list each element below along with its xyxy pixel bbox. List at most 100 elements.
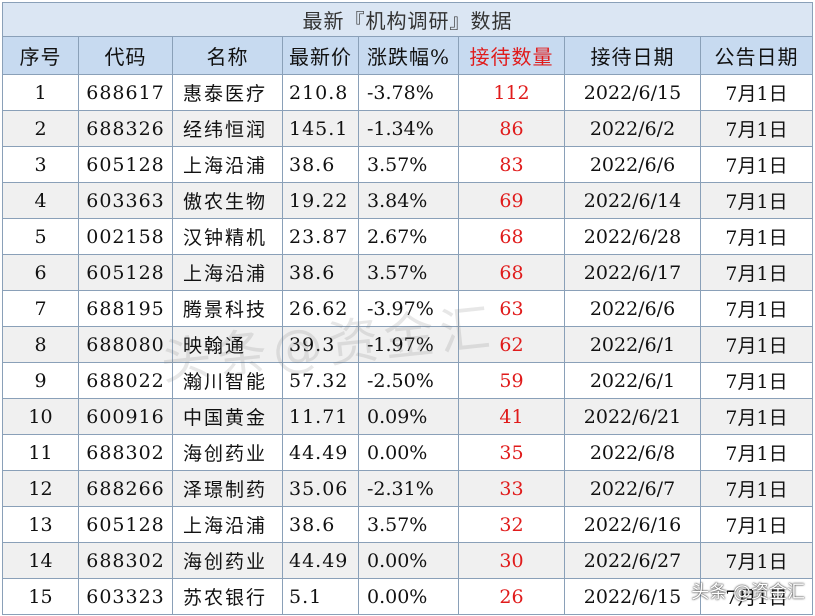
latest-price: 57.32 [283, 363, 359, 399]
table-row: 7 688195 腾景科技 26.62 -3.97% 63 2022/6/6 7月1日 [3, 291, 813, 327]
announce-date: 7月1日 [701, 219, 813, 255]
latest-price: 19.22 [283, 183, 359, 219]
latest-price: 39.3 [283, 327, 359, 363]
stock-code: 605128 [79, 147, 173, 183]
visit-date: 2022/6/28 [565, 219, 701, 255]
header-announce-date: 公告日期 [701, 37, 813, 75]
announce-date: 7月1日 [701, 183, 813, 219]
header-code: 代码 [79, 37, 173, 75]
table-row: 14 688302 海创药业 44.49 0.00% 30 2022/6/27 7月1日 [3, 543, 813, 579]
visit-date: 2022/6/16 [565, 507, 701, 543]
stock-code: 688302 [79, 543, 173, 579]
announce-date: 7月1日 [701, 471, 813, 507]
visit-date: 2022/6/1 [565, 327, 701, 363]
header-visit-date: 接待日期 [565, 37, 701, 75]
stock-name: 汉钟精机 [173, 219, 283, 255]
row-index: 11 [3, 435, 79, 471]
change-percent: 3.57% [359, 507, 459, 543]
change-percent: -1.34% [359, 111, 459, 147]
row-index: 5 [3, 219, 79, 255]
stock-code: 603363 [79, 183, 173, 219]
table-row: 11 688302 海创药业 44.49 0.00% 35 2022/6/8 7月1日 [3, 435, 813, 471]
stock-name: 海创药业 [173, 543, 283, 579]
latest-price: 210.8 [283, 75, 359, 111]
visit-count: 35 [459, 435, 565, 471]
visit-date: 2022/6/8 [565, 435, 701, 471]
row-index: 13 [3, 507, 79, 543]
header-price: 最新价 [283, 37, 359, 75]
latest-price: 145.1 [283, 111, 359, 147]
stock-code: 688195 [79, 291, 173, 327]
stock-code: 688080 [79, 327, 173, 363]
table-row: 2 688326 经纬恒润 145.1 -1.34% 86 2022/6/2 7月1日 [3, 111, 813, 147]
announce-date: 7月1日 [701, 147, 813, 183]
visit-date: 2022/6/21 [565, 399, 701, 435]
row-index: 10 [3, 399, 79, 435]
stock-name: 经纬恒润 [173, 111, 283, 147]
table-row: 9 688022 瀚川智能 57.32 -2.50% 59 2022/6/1 7月1日 [3, 363, 813, 399]
latest-price: 35.06 [283, 471, 359, 507]
row-index: 6 [3, 255, 79, 291]
table-row: 13 605128 上海沿浦 38.6 3.57% 32 2022/6/16 7月1日 [3, 507, 813, 543]
visit-count: 26 [459, 579, 565, 615]
visit-count: 68 [459, 255, 565, 291]
stock-name: 上海沿浦 [173, 147, 283, 183]
latest-price: 23.87 [283, 219, 359, 255]
change-percent: 0.00% [359, 435, 459, 471]
visit-count: 63 [459, 291, 565, 327]
visit-date: 2022/6/15 [565, 579, 701, 615]
stock-code: 688302 [79, 435, 173, 471]
header-visit-count: 接待数量 [459, 37, 565, 75]
latest-price: 11.71 [283, 399, 359, 435]
visit-count: 32 [459, 507, 565, 543]
latest-price: 44.49 [283, 435, 359, 471]
stock-name: 苏农银行 [173, 579, 283, 615]
change-percent: 3.57% [359, 147, 459, 183]
visit-date: 2022/6/15 [565, 75, 701, 111]
table-title-row: 最新『机构调研』数据 [3, 3, 813, 37]
latest-price: 44.49 [283, 543, 359, 579]
change-percent: 0.00% [359, 579, 459, 615]
change-percent: 0.00% [359, 543, 459, 579]
table-row: 4 603363 傲农生物 19.22 3.84% 69 2022/6/14 7月1日 [3, 183, 813, 219]
corner-watermark: 头条 @资金汇 [691, 582, 805, 603]
announce-date: 7月1日 [701, 327, 813, 363]
latest-price: 38.6 [283, 255, 359, 291]
header-index: 序号 [3, 37, 79, 75]
change-percent: -1.97% [359, 327, 459, 363]
header-change: 涨跌幅% [359, 37, 459, 75]
visit-date: 2022/6/17 [565, 255, 701, 291]
stock-name: 上海沿浦 [173, 255, 283, 291]
row-index: 7 [3, 291, 79, 327]
change-percent: -3.78% [359, 75, 459, 111]
visit-count: 69 [459, 183, 565, 219]
visit-count: 30 [459, 543, 565, 579]
change-percent: -2.50% [359, 363, 459, 399]
announce-date: 7月1日 [701, 399, 813, 435]
row-index: 15 [3, 579, 79, 615]
table-row: 3 605128 上海沿浦 38.6 3.57% 83 2022/6/6 7月1日 [3, 147, 813, 183]
table-title: 最新『机构调研』数据 [3, 3, 813, 37]
row-index: 9 [3, 363, 79, 399]
stock-name: 腾景科技 [173, 291, 283, 327]
table-row: 12 688266 泽璟制药 35.06 -2.31% 33 2022/6/7 7月1日 [3, 471, 813, 507]
header-name: 名称 [173, 37, 283, 75]
announce-date: 7月1日 [701, 255, 813, 291]
visit-count: 68 [459, 219, 565, 255]
announce-date: 7月1日 [701, 363, 813, 399]
announce-date: 7月1日 [701, 507, 813, 543]
latest-price: 38.6 [283, 507, 359, 543]
table-row: 1 688617 惠泰医疗 210.8 -3.78% 112 2022/6/15 7月1日 [3, 75, 813, 111]
visit-date: 2022/6/6 [565, 291, 701, 327]
row-index: 12 [3, 471, 79, 507]
table-row: 6 605128 上海沿浦 38.6 3.57% 68 2022/6/17 7月1日 [3, 255, 813, 291]
stock-name: 上海沿浦 [173, 507, 283, 543]
stock-code: 688326 [79, 111, 173, 147]
table-body: 1 688617 惠泰医疗 210.8 -3.78% 112 2022/6/15 7月1日 2 6… [3, 75, 813, 615]
announce-date: 7月1日 [701, 435, 813, 471]
header-row: 序号 代码 名称 最新价 涨跌幅% 接待数量 接待日期 公告日期 [3, 37, 813, 75]
stock-name: 中国黄金 [173, 399, 283, 435]
row-index: 14 [3, 543, 79, 579]
stock-name: 泽璟制药 [173, 471, 283, 507]
row-index: 4 [3, 183, 79, 219]
